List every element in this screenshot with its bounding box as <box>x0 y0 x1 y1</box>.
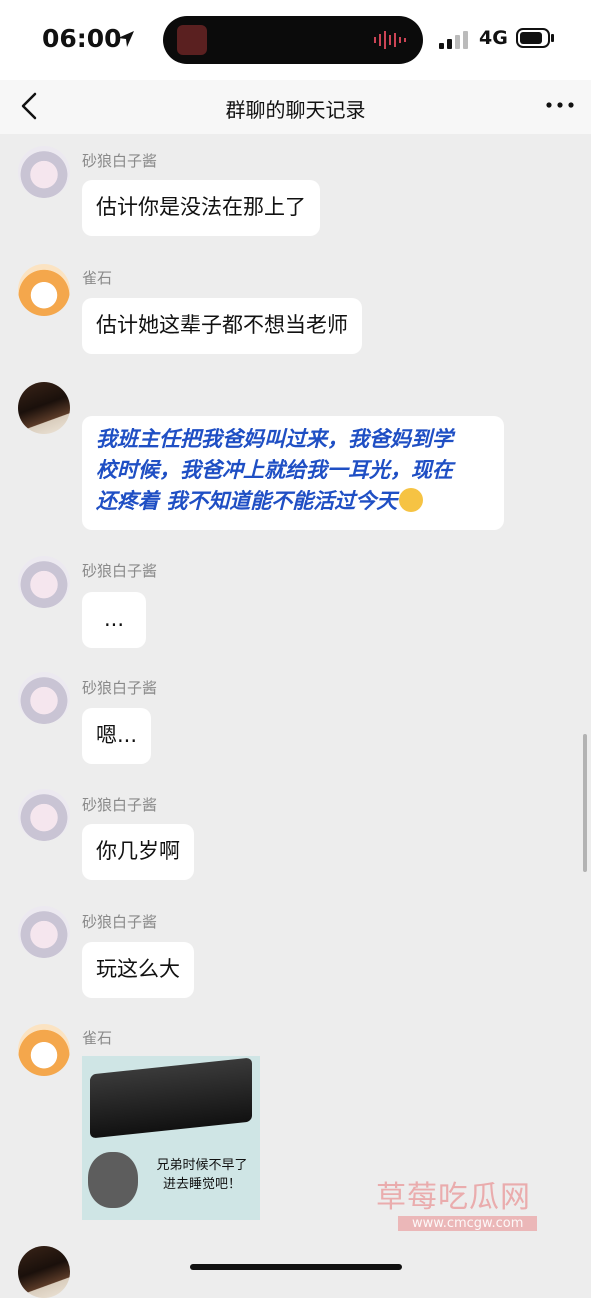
message-bubble[interactable]: 你几岁啊 <box>82 824 194 880</box>
cellular-signal-icon <box>439 31 468 49</box>
watermark-url: www.cmcgw.com <box>398 1216 538 1231</box>
page-title: 群聊的聊天记录 <box>225 98 366 122</box>
avatar[interactable] <box>18 382 70 434</box>
location-arrow-icon <box>118 31 134 47</box>
sender-name: 砂狼白子酱 <box>82 913 158 931</box>
message-bubble[interactable]: ... <box>82 592 146 648</box>
message-bubble[interactable]: 估计她这辈子都不想当老师 <box>82 298 362 354</box>
avatar[interactable] <box>18 672 70 724</box>
chat-feed[interactable]: 砂狼白子酱 估计你是没法在那上了 雀石 估计她这辈子都不想当老师 我班主任把我爸… <box>0 134 591 1298</box>
message-line: 校时候，我爸冲上就给我一耳光，现在 <box>96 458 453 482</box>
meme-caption-line: 兄弟时候不早了 <box>156 1158 248 1173</box>
coffin-illustration <box>90 1057 252 1139</box>
avatar[interactable] <box>18 906 70 958</box>
battery-icon <box>516 28 550 48</box>
watermark-logo: 草莓吃瓜网 <box>376 1180 531 1215</box>
meme-caption-line: 进去睡觉吧！ <box>162 1177 241 1192</box>
sender-name: 雀石 <box>82 269 113 287</box>
message-bubble[interactable]: 我班主任把我爸妈叫过来，我爸妈到学 校时候，我爸冲上就给我一耳光，现在 还疼着 … <box>82 416 504 530</box>
status-time: 06:00 <box>42 24 122 53</box>
message-line: 还疼着 我不知道能不能活过今天 <box>96 486 490 517</box>
more-dots-icon[interactable] <box>546 100 574 110</box>
message-bubble[interactable]: 玩这么大 <box>82 942 194 998</box>
status-bar: 06:00 4G <box>0 0 591 80</box>
avatar[interactable] <box>18 556 70 608</box>
avatar[interactable] <box>18 789 70 841</box>
scrollbar[interactable] <box>583 734 587 872</box>
message-line: 我班主任把我爸妈叫过来，我爸妈到学 <box>96 427 453 451</box>
sender-name: 雀石 <box>82 1029 113 1047</box>
nav-bar: 群聊的聊天记录 <box>0 80 591 134</box>
message-bubble[interactable]: 估计你是没法在那上了 <box>82 180 320 236</box>
avatar[interactable] <box>18 1024 70 1076</box>
dynamic-island[interactable] <box>163 16 423 64</box>
face-illustration <box>88 1152 138 1208</box>
smirk-emoji-icon <box>399 488 424 512</box>
meme-image[interactable]: 兄弟时候不早了 进去睡觉吧！ <box>82 1056 260 1220</box>
audio-waveform-icon <box>374 31 406 49</box>
now-playing-artwork <box>177 25 207 55</box>
network-type: 4G <box>479 27 508 49</box>
home-indicator[interactable] <box>190 1264 402 1270</box>
avatar[interactable] <box>18 264 70 316</box>
sender-name: 砂狼白子酱 <box>82 679 158 697</box>
sender-name: 砂狼白子酱 <box>82 562 158 580</box>
meme-caption: 兄弟时候不早了 进去睡觉吧！ <box>144 1156 260 1194</box>
battery-tip <box>551 34 554 42</box>
sender-name: 砂狼白子酱 <box>82 796 158 814</box>
avatar[interactable] <box>18 146 70 198</box>
message-bubble[interactable]: 嗯... <box>82 708 152 764</box>
sender-name: 砂狼白子酱 <box>82 152 158 170</box>
avatar[interactable] <box>18 1246 70 1298</box>
